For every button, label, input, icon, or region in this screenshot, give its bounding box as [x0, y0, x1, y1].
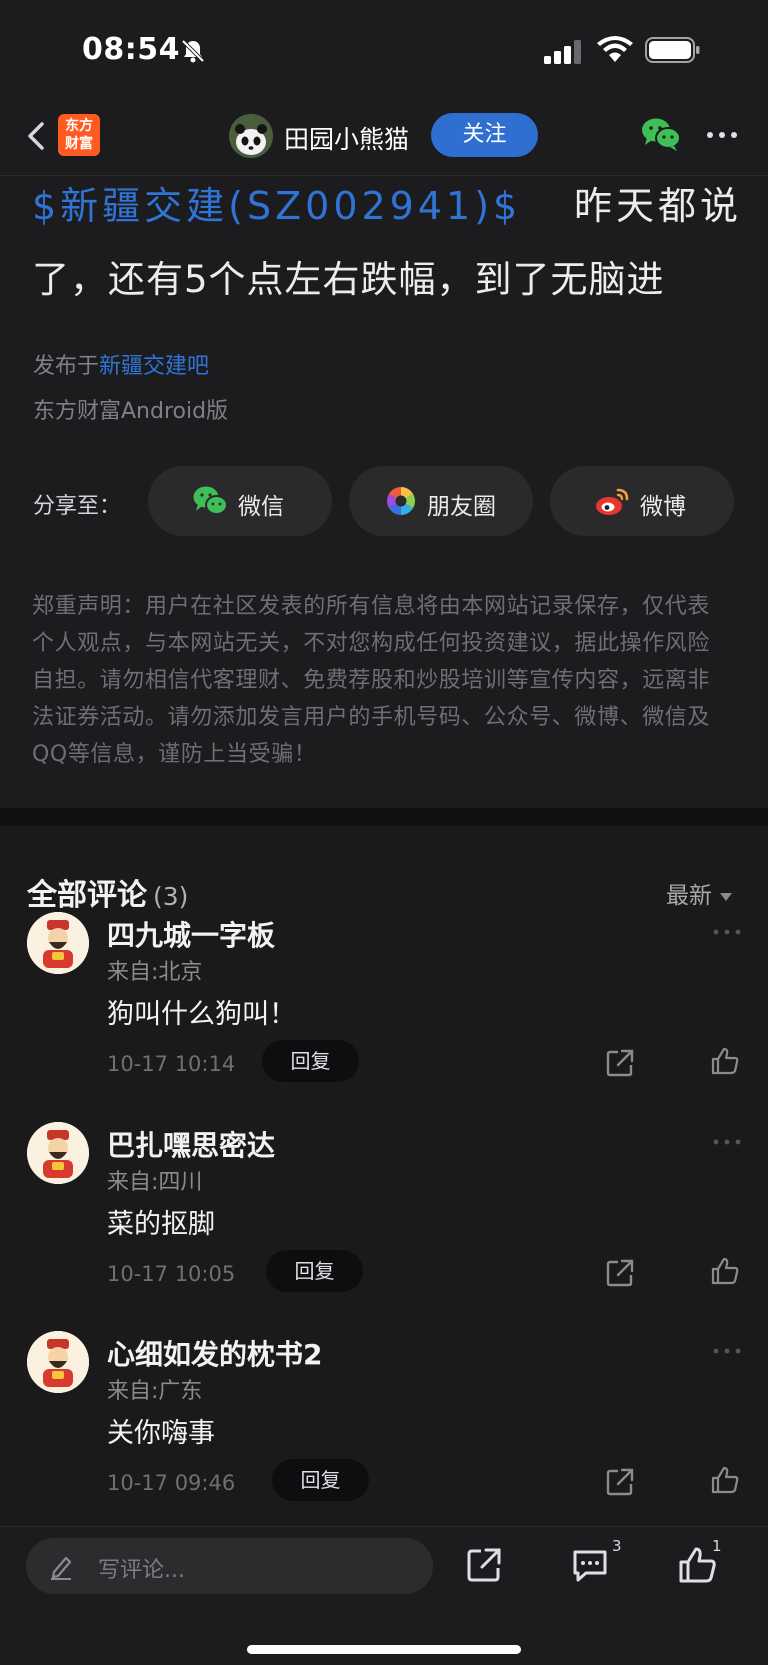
more-icon[interactable]: [712, 1138, 742, 1146]
app-logo[interactable]: 东方 财富: [58, 114, 100, 156]
comment-text: 狗叫什么狗叫！: [107, 999, 296, 1030]
share-weibo-label: 微博: [640, 494, 686, 520]
comment-username[interactable]: 四九城一字板: [107, 914, 275, 954]
comments-count: (3): [153, 882, 189, 911]
comment-time: 10-17 09:46: [107, 1471, 236, 1495]
share-icon[interactable]: [605, 1258, 635, 1288]
author-name[interactable]: 田园小熊猫: [284, 120, 409, 156]
comment-avatar[interactable]: [27, 1122, 89, 1184]
comment-text: 关你嗨事: [107, 1418, 215, 1449]
like-count-badge: 1: [712, 1537, 722, 1555]
wechat-icon: [193, 486, 228, 515]
comment-time: 10-17 10:14: [107, 1052, 236, 1076]
weibo-icon: [596, 488, 629, 515]
bell-slash-icon: [181, 39, 205, 63]
comment-username[interactable]: 巴扎嘿思密达: [107, 1124, 275, 1164]
status-time: 08:54: [82, 32, 180, 67]
app-logo-text-top: 东方: [65, 118, 93, 134]
back-icon[interactable]: [22, 116, 50, 156]
thumbs-up-icon[interactable]: [710, 1465, 740, 1495]
sort-label: 最新: [666, 883, 712, 909]
fortune-god-avatar-image: [27, 1331, 89, 1393]
comment-avatar[interactable]: [27, 1331, 89, 1393]
share-wechat-button[interactable]: 微信: [148, 466, 332, 536]
comment-icon[interactable]: [570, 1545, 610, 1585]
comments-title-text: 全部评论: [27, 878, 147, 913]
wechat-share-icon[interactable]: [641, 116, 681, 152]
share-icon[interactable]: [605, 1467, 635, 1497]
sort-toggle[interactable]: 最新: [666, 876, 732, 910]
signal-icon: [544, 40, 581, 64]
share-moments-button[interactable]: 朋友圈: [349, 466, 533, 536]
reply-button[interactable]: 回复: [262, 1040, 359, 1082]
more-icon[interactable]: [712, 1347, 742, 1355]
app-logo-text-bottom: 财富: [65, 136, 93, 152]
home-indicator[interactable]: [247, 1645, 521, 1654]
forum-link[interactable]: 新疆交建吧: [99, 354, 209, 379]
fortune-god-avatar-image: [27, 912, 89, 974]
post-text-tail: 昨天都说: [573, 184, 742, 228]
more-icon[interactable]: [706, 130, 738, 140]
comment-item: 心细如发的枕书2 来自:广东 关你嗨事 10-17 09:46 回复: [0, 1331, 768, 1541]
reply-button[interactable]: 回复: [272, 1459, 369, 1501]
comment-count-badge: 3: [612, 1537, 622, 1555]
author-avatar[interactable]: [229, 114, 273, 158]
share-label: 分享至：: [33, 494, 122, 519]
comment-username[interactable]: 心细如发的枕书2: [107, 1333, 322, 1373]
comment-item: 巴扎嘿思密达 来自:四川 菜的抠脚 10-17 10:05 回复: [0, 1122, 768, 1332]
comment-location: 来自:北京: [107, 960, 203, 985]
wifi-icon: [597, 36, 633, 62]
section-divider: [0, 808, 768, 826]
more-icon[interactable]: [712, 928, 742, 936]
comment-time: 10-17 10:05: [107, 1262, 236, 1286]
disclaimer: 郑重声明：用户在社区发表的所有信息将由本网站记录保存，仅代表个人观点，与本网站无…: [32, 594, 711, 767]
bottom-action-bar: 写评论... 3 1: [0, 1526, 768, 1665]
share-icon[interactable]: [605, 1048, 635, 1078]
post-text-line1: $新疆交建(SZ002941)$ 昨天都说: [32, 180, 742, 232]
comments-section: 全部评论 (3) 最新 四九城一字板 来自:北京 狗叫什么狗叫！ 10-17 10…: [0, 826, 768, 1526]
nav-bar: 东方 财富 田园小熊猫 关注: [0, 100, 768, 176]
stock-link[interactable]: $新疆交建(SZ002941)$: [32, 184, 521, 228]
moments-icon: [387, 487, 415, 515]
battery-icon: [645, 37, 700, 63]
follow-button[interactable]: 关注: [431, 113, 538, 157]
post-text-line2: 了，还有5个点左右跌幅，到了无脑进: [32, 258, 665, 301]
pencil-icon: [51, 1556, 72, 1580]
reply-button[interactable]: 回复: [266, 1250, 363, 1292]
share-weibo-button[interactable]: 微博: [550, 466, 734, 536]
share-icon[interactable]: [464, 1545, 504, 1585]
comment-location: 来自:四川: [107, 1170, 203, 1195]
published-device: 东方财富Android版: [33, 399, 229, 424]
thumbs-up-icon[interactable]: [677, 1545, 717, 1585]
share-wechat-label: 微信: [238, 494, 284, 520]
thumbs-up-icon[interactable]: [710, 1256, 740, 1286]
comment-input-placeholder: 写评论...: [98, 1558, 185, 1583]
status-bar: 08:54: [0, 0, 768, 100]
comment-item: 四九城一字板 来自:北京 狗叫什么狗叫！ 10-17 10:14 回复: [0, 912, 768, 1122]
comment-text: 菜的抠脚: [107, 1209, 215, 1240]
share-moments-label: 朋友圈: [427, 494, 496, 520]
published-in: 发布于新疆交建吧: [33, 348, 209, 380]
thumbs-up-icon[interactable]: [710, 1046, 740, 1076]
caret-down-icon: [720, 892, 732, 901]
comment-location: 来自:广东: [107, 1379, 203, 1404]
comment-input[interactable]: 写评论...: [26, 1538, 433, 1594]
panda-avatar-image: [229, 114, 273, 158]
fortune-god-avatar-image: [27, 1122, 89, 1184]
comment-avatar[interactable]: [27, 912, 89, 974]
published-prefix: 发布于: [33, 354, 100, 379]
comments-title: 全部评论 (3): [27, 870, 188, 914]
